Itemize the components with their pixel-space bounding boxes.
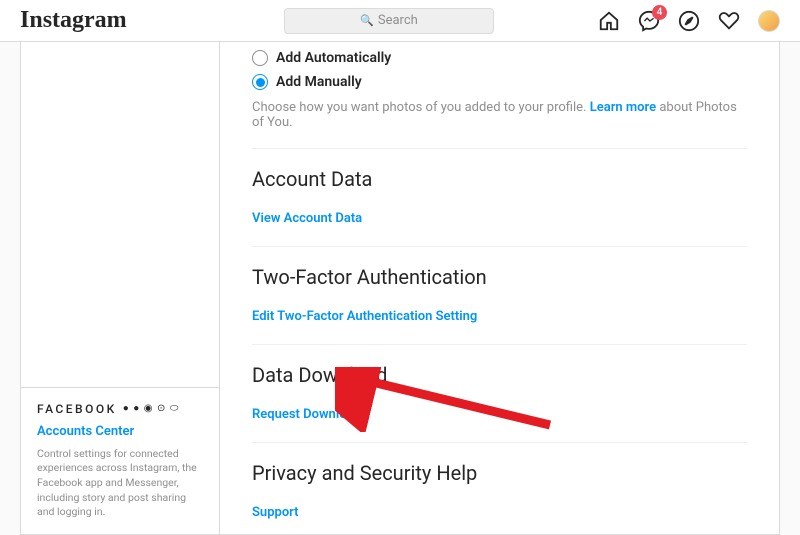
request-download-link[interactable]: Request Download [252, 407, 361, 422]
radio-auto-label: Add Automatically [276, 50, 391, 66]
view-account-data-link[interactable]: View Account Data [252, 211, 362, 226]
sidebar-spacer [21, 42, 219, 387]
search-input[interactable]: 🔍 Search [284, 8, 494, 34]
accounts-center-desc: Control settings for connected experienc… [37, 447, 203, 520]
settings-content: Add Automatically Add Manually Choose ho… [220, 42, 780, 535]
sidebar-accounts-center: FACEBOOK ● ● ◉ ⊙ ⬭ Accounts Center Contr… [21, 387, 219, 534]
section-title: Privacy and Security Help [252, 461, 747, 485]
nav-icons: 4 [598, 10, 780, 32]
section-title: Account Data [252, 167, 747, 191]
section-data-download: Data Download Request Download [252, 345, 747, 442]
support-link[interactable]: Support [252, 505, 299, 520]
help-pre: Choose how you want photos of you added … [252, 100, 590, 115]
radio-add-automatically[interactable]: Add Automatically [252, 50, 747, 66]
facebook-brand-row: FACEBOOK ● ● ◉ ⊙ ⬭ [37, 402, 203, 416]
top-bar: Instagram 🔍 Search 4 [0, 0, 800, 42]
accounts-center-link[interactable]: Accounts Center [37, 424, 203, 439]
section-title: Data Download [252, 363, 747, 387]
sidebar: FACEBOOK ● ● ◉ ⊙ ⬭ Accounts Center Contr… [20, 42, 220, 535]
main-container: FACEBOOK ● ● ◉ ⊙ ⬭ Accounts Center Contr… [0, 42, 800, 535]
explore-icon[interactable] [678, 10, 700, 32]
search-wrap: 🔍 Search [180, 8, 598, 34]
photos-help-text: Choose how you want photos of you added … [252, 100, 747, 130]
section-title: Two-Factor Authentication [252, 265, 747, 289]
radio-checked-icon [252, 74, 268, 90]
facebook-label: FACEBOOK [37, 402, 117, 416]
activity-icon[interactable] [718, 10, 740, 32]
messenger-icon[interactable]: 4 [638, 10, 660, 32]
search-icon: 🔍 [360, 14, 374, 27]
facebook-product-icons: ● ● ◉ ⊙ ⬭ [123, 403, 180, 414]
instagram-logo[interactable]: Instagram [20, 7, 180, 34]
section-two-factor: Two-Factor Authentication Edit Two-Facto… [252, 247, 747, 344]
radio-manual-label: Add Manually [276, 74, 362, 90]
profile-avatar[interactable] [758, 10, 780, 32]
learn-more-link[interactable]: Learn more [590, 100, 656, 115]
search-placeholder: Search [378, 13, 418, 28]
section-account-data: Account Data View Account Data [252, 149, 747, 246]
edit-two-factor-link[interactable]: Edit Two-Factor Authentication Setting [252, 309, 477, 324]
radio-add-manually[interactable]: Add Manually [252, 74, 747, 90]
notification-badge: 4 [652, 5, 667, 20]
home-icon[interactable] [598, 10, 620, 32]
radio-unchecked-icon [252, 50, 268, 66]
section-privacy-help: Privacy and Security Help Support [252, 443, 747, 535]
